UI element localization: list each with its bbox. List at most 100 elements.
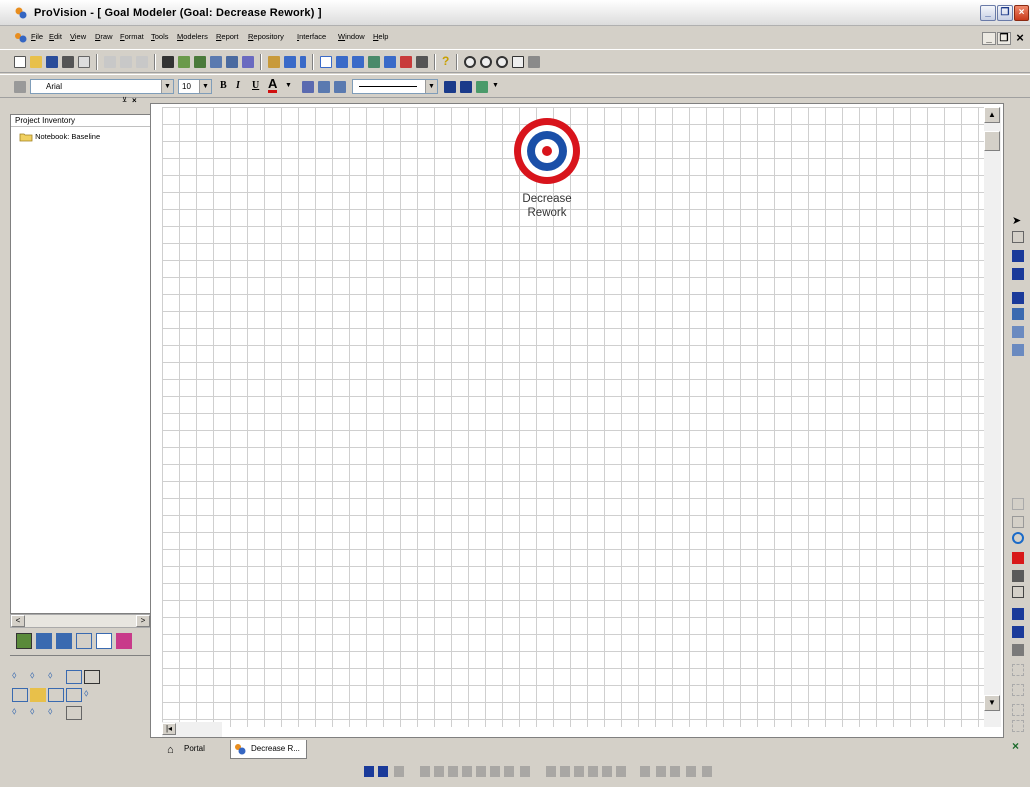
restore-button[interactable]: ❐	[997, 5, 1013, 21]
inventory-scrollbar[interactable]: < >	[10, 614, 151, 628]
link-icon[interactable]	[226, 56, 238, 68]
font-select[interactable]: Arial ▼	[30, 79, 174, 94]
chart-tab-icon[interactable]	[76, 633, 92, 649]
note-tool-icon[interactable]	[84, 670, 100, 684]
inventory-tab-icon[interactable]	[16, 633, 32, 649]
window-icon[interactable]	[384, 56, 396, 68]
fit-page-icon[interactable]	[512, 56, 524, 68]
scroll-thumb[interactable]	[984, 131, 1000, 151]
arrow-tool-icon[interactable]: ⬨	[30, 706, 46, 720]
align-grid-icon[interactable]	[378, 766, 388, 777]
minimize-button[interactable]: _	[980, 5, 996, 21]
menu-format[interactable]: Format	[120, 32, 144, 41]
text-fit-icon[interactable]	[334, 81, 346, 93]
list-view-icon[interactable]	[1012, 250, 1024, 262]
folder-tool-icon[interactable]	[30, 688, 46, 702]
layout-icon[interactable]	[352, 56, 364, 68]
menu-interface[interactable]: Interface	[297, 32, 326, 41]
menu-draw[interactable]: Draw	[95, 32, 113, 41]
chevron-down-icon[interactable]: ▼	[161, 80, 173, 93]
mdi-restore-button[interactable]: ❐	[997, 32, 1011, 45]
copy-icon[interactable]	[120, 56, 132, 68]
properties-icon[interactable]	[210, 56, 222, 68]
cascade-icon[interactable]	[1012, 326, 1024, 338]
grid-tool-icon[interactable]	[48, 688, 64, 702]
fill-icon[interactable]	[1012, 644, 1024, 656]
goal-object[interactable]: Decrease Rework	[510, 117, 584, 227]
menu-help[interactable]: Help	[373, 32, 388, 41]
save-icon[interactable]	[46, 56, 58, 68]
connector-tool-icon[interactable]: ⬨	[12, 706, 28, 720]
building-tool-icon[interactable]	[66, 706, 82, 720]
close-button[interactable]: ×	[1014, 5, 1029, 21]
flow-tool-icon[interactable]: ⬨	[48, 706, 64, 720]
italic-button[interactable]: I	[236, 80, 240, 91]
menu-modelers[interactable]: Modelers	[177, 32, 208, 41]
scroll-right-icon[interactable]: >	[136, 615, 150, 627]
open-icon[interactable]	[30, 56, 42, 68]
mdi-close-button[interactable]: ×	[1013, 31, 1027, 45]
chevron-down-icon[interactable]: ▼	[285, 82, 297, 94]
repository-icon[interactable]	[416, 56, 428, 68]
zoom-out-icon[interactable]	[480, 56, 492, 68]
align-tree-icon[interactable]	[364, 766, 374, 777]
bold-button[interactable]: B	[220, 80, 227, 91]
note-icon[interactable]	[1012, 516, 1024, 528]
diagram-icon[interactable]	[320, 56, 332, 68]
search-object-icon[interactable]	[1012, 570, 1024, 582]
pan-icon[interactable]	[528, 56, 540, 68]
text-wrap-icon[interactable]	[318, 81, 330, 93]
canvas-vertical-scrollbar[interactable]: ▲ ▼	[984, 107, 1001, 727]
paste-icon[interactable]	[136, 56, 148, 68]
paint-bucket-icon[interactable]	[476, 81, 488, 93]
panel-close-icon[interactable]: ×	[132, 97, 140, 105]
underline-button[interactable]: U	[252, 80, 259, 91]
line-weight-icon[interactable]	[444, 81, 456, 93]
filter-icon[interactable]	[178, 56, 190, 68]
close-tool-icon[interactable]: ×	[1012, 740, 1024, 752]
box-tool-icon[interactable]	[66, 670, 82, 684]
process-icon[interactable]	[368, 56, 380, 68]
find-icon[interactable]	[162, 56, 174, 68]
chevron-down-icon[interactable]: ▼	[425, 80, 437, 93]
frame-tool-icon[interactable]	[12, 688, 28, 702]
menu-edit[interactable]: Edit	[49, 32, 62, 41]
group-icon[interactable]	[1012, 268, 1024, 280]
bring-front-icon[interactable]	[1012, 608, 1024, 620]
font-color-button[interactable]: A	[268, 77, 278, 93]
link-tool-icon[interactable]: ⬨	[84, 688, 100, 702]
sub-goal-tool-icon[interactable]: ⬨	[30, 670, 46, 684]
text-align-icon[interactable]	[302, 81, 314, 93]
scroll-up-icon[interactable]: ▲	[984, 107, 1000, 123]
pin-icon[interactable]: ⊻	[122, 97, 130, 105]
help-icon[interactable]: ?	[442, 54, 454, 68]
view-icon[interactable]	[336, 56, 348, 68]
tab-portal[interactable]: ⌂ Portal	[164, 740, 211, 759]
menu-tools[interactable]: Tools	[151, 32, 169, 41]
hierarchy-tab-icon[interactable]	[36, 633, 52, 649]
inventory-item-notebook[interactable]: Notebook: Baseline	[19, 132, 100, 142]
print-icon[interactable]	[62, 56, 74, 68]
page-icon[interactable]	[1012, 586, 1024, 598]
menu-report[interactable]: Report	[216, 32, 239, 41]
menu-window[interactable]: Window	[338, 32, 365, 41]
line-style-select[interactable]: ▼	[352, 79, 438, 94]
font-size-select[interactable]: 10 ▼	[178, 79, 212, 94]
scroll-left-icon[interactable]: |◂	[162, 723, 176, 735]
zoom-in-icon[interactable]	[464, 56, 476, 68]
zoom-area-icon[interactable]	[496, 56, 508, 68]
style-icon[interactable]	[14, 81, 26, 93]
comment-icon[interactable]	[242, 56, 254, 68]
cycle-icon[interactable]	[1012, 532, 1024, 544]
send-back-icon[interactable]	[1012, 626, 1024, 638]
select-box-icon[interactable]	[1012, 231, 1024, 243]
goal-tool-icon[interactable]: ⬨	[12, 670, 28, 684]
org-tab-icon[interactable]	[56, 633, 72, 649]
relations-tab-icon[interactable]	[116, 633, 132, 649]
stair-icon[interactable]	[1012, 344, 1024, 356]
image-tool-icon[interactable]	[66, 688, 82, 702]
menu-view[interactable]: View	[70, 32, 86, 41]
tree-icon[interactable]	[1012, 292, 1024, 304]
new-icon[interactable]	[14, 56, 26, 68]
chevron-down-icon[interactable]: ▼	[492, 82, 504, 94]
